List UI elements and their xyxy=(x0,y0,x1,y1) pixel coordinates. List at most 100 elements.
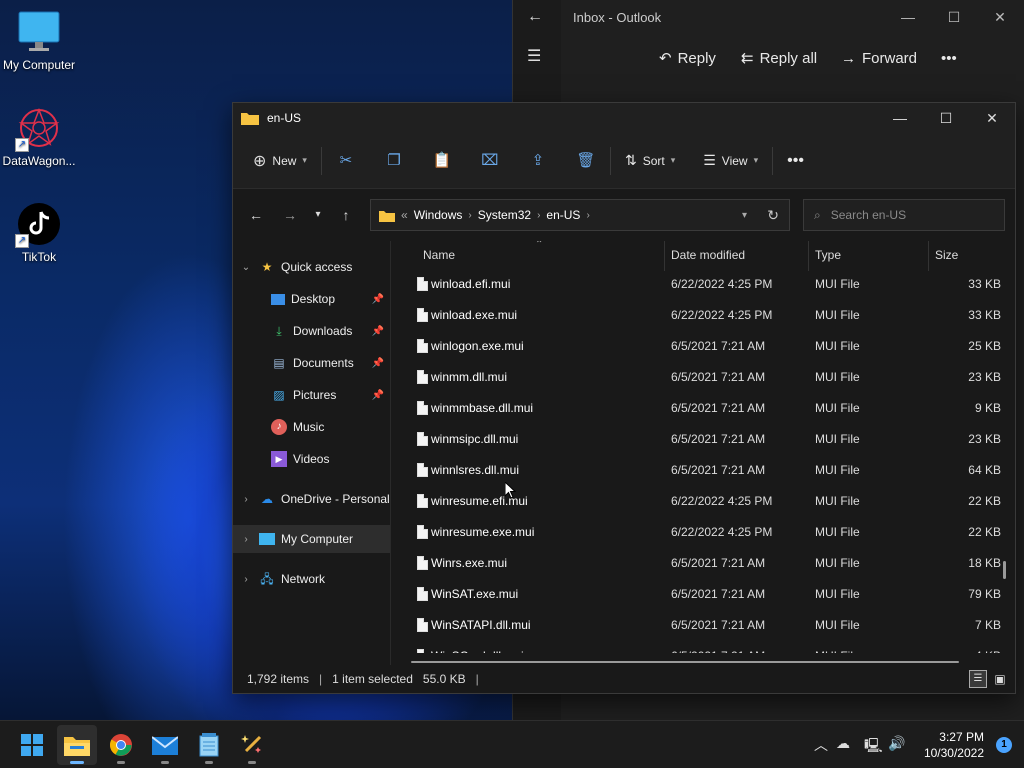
desktop-icon-datawagon[interactable]: ↗ DataWagon... xyxy=(0,106,78,168)
copy-icon[interactable]: ❐ xyxy=(378,145,410,177)
taskbar-notepad[interactable] xyxy=(189,725,229,765)
system-clock[interactable]: 3:27 PM 10/30/2022 xyxy=(924,729,984,761)
mail-icon xyxy=(151,736,179,755)
table-row[interactable]: winload.exe.mui 6/22/2022 4:25 PM MUI File… xyxy=(393,300,1005,331)
cut-icon[interactable]: ✂ xyxy=(330,145,362,177)
paste-icon[interactable]: 📋 xyxy=(426,145,458,177)
sidebar-item-onedrive[interactable]: › ☁ OneDrive - Personal xyxy=(233,485,390,513)
sidebar-item-desktop[interactable]: Desktop 📌 xyxy=(233,285,390,313)
table-row[interactable]: WinSCard.dll.mui 6/5/2021 7:21 AM MUI File… xyxy=(393,641,1005,653)
sidebar-item-network[interactable]: › 🖧 Network xyxy=(233,565,390,593)
table-row[interactable]: winlogon.exe.mui 6/5/2021 7:21 AM MUI File… xyxy=(393,331,1005,362)
show-hidden-icons-chevron-icon[interactable]: ︿ xyxy=(814,735,828,755)
sidebar-item-quick-access[interactable]: ⌄ ★ Quick access xyxy=(233,253,390,281)
recent-locations-chevron-icon[interactable]: ▾ xyxy=(305,200,331,230)
taskbar-mail[interactable] xyxy=(145,725,185,765)
file-icon xyxy=(417,308,428,322)
table-row[interactable]: winmm.dll.mui 6/5/2021 7:21 AM MUI File 23 … xyxy=(393,362,1005,393)
pin-icon[interactable]: 📌 xyxy=(372,358,384,369)
breadcrumb-overflow[interactable]: « xyxy=(401,208,408,222)
horizontal-scrollbar-thumb[interactable] xyxy=(411,661,959,663)
chevron-right-icon[interactable]: › xyxy=(239,494,253,505)
column-header-name[interactable]: Name xyxy=(417,241,665,271)
column-header-type[interactable]: Type xyxy=(809,241,929,271)
pin-icon[interactable]: 📌 xyxy=(372,390,384,401)
notification-badge[interactable]: 1 xyxy=(996,737,1012,753)
table-row[interactable]: Winrs.exe.mui 6/5/2021 7:21 AM MUI File 18 … xyxy=(393,548,1005,579)
taskbar-chrome[interactable] xyxy=(101,725,141,765)
pin-icon[interactable]: 📌 xyxy=(372,326,384,337)
large-icons-view-icon[interactable]: ▣ xyxy=(991,670,1009,688)
table-row[interactable]: winmmbase.dll.mui 6/5/2021 7:21 AM MUI Fil… xyxy=(393,393,1005,424)
address-history-chevron-icon[interactable]: ▾ xyxy=(742,210,747,221)
refresh-icon[interactable]: ↻ xyxy=(767,207,779,224)
column-header-size[interactable]: Size xyxy=(929,241,1005,271)
file-name: WinSATAPI.dll.mui xyxy=(431,618,531,632)
outlook-maximize-button[interactable]: ☐ xyxy=(939,6,969,28)
chevron-right-icon[interactable]: › xyxy=(239,534,253,545)
breadcrumb-separator-icon[interactable]: › xyxy=(537,210,540,221)
file-size: 64 KB xyxy=(968,463,1001,477)
sidebar-item-videos[interactable]: ▶ Videos xyxy=(233,445,390,473)
table-row[interactable]: winmsipc.dll.mui 6/5/2021 7:21 AM MUI File… xyxy=(393,424,1005,455)
sidebar-item-downloads[interactable]: ⤓ Downloads 📌 xyxy=(233,317,390,345)
address-bar[interactable]: « Windows › System32 › en-US › ▾ ↻ xyxy=(370,199,790,231)
sort-button[interactable]: ⇅ Sort ▾ xyxy=(619,145,681,177)
more-options-icon[interactable]: ••• xyxy=(781,145,810,177)
breadcrumb-separator-icon[interactable]: › xyxy=(586,210,589,221)
table-row[interactable]: WinSATAPI.dll.mui 6/5/2021 7:21 AM MUI Fil… xyxy=(393,610,1005,641)
reply-button[interactable]: ↶ Reply xyxy=(659,46,716,70)
forward-arrow-icon[interactable]: → xyxy=(275,200,305,230)
search-box[interactable]: ⌕ xyxy=(803,199,1005,231)
start-button[interactable] xyxy=(12,725,52,765)
sidebar-item-documents[interactable]: ▤ Documents 📌 xyxy=(233,349,390,377)
more-actions-icon[interactable]: ••• xyxy=(941,46,957,70)
table-row[interactable]: winresume.efi.mui 6/22/2022 4:25 PM MUI Fi… xyxy=(393,486,1005,517)
onedrive-cloud-icon[interactable]: ☁ xyxy=(836,735,850,752)
chevron-down-icon[interactable]: ⌄ xyxy=(239,262,253,273)
table-row[interactable]: winresume.exe.mui 6/22/2022 4:25 PM MUI Fi… xyxy=(393,517,1005,548)
file-type: MUI File xyxy=(815,463,860,477)
hamburger-menu-icon[interactable]: ☰ xyxy=(527,46,541,66)
outlook-close-button[interactable]: ✕ xyxy=(985,6,1015,28)
back-arrow-icon[interactable]: ← xyxy=(527,8,543,26)
details-view-icon[interactable]: ☰ xyxy=(969,670,987,688)
notepad-icon xyxy=(199,733,219,757)
new-button[interactable]: ⊕ New ▾ xyxy=(247,145,313,177)
desktop-icon-tiktok[interactable]: ↗ TikTok xyxy=(0,202,78,264)
share-icon[interactable]: ⇪ xyxy=(522,145,554,177)
vertical-scrollbar-thumb[interactable] xyxy=(1003,561,1006,579)
desktop-icon-my-computer[interactable]: My Computer xyxy=(0,10,78,72)
reply-all-button[interactable]: ⇇ Reply all xyxy=(741,46,817,70)
volume-icon[interactable]: 🔊 xyxy=(888,735,905,752)
column-header-date[interactable]: Date modified xyxy=(665,241,809,271)
breadcrumb-en-us[interactable]: en-US xyxy=(546,208,580,222)
taskbar-file-explorer[interactable] xyxy=(57,725,97,765)
sidebar-item-music[interactable]: ♪ Music xyxy=(233,413,390,441)
maximize-button[interactable]: ☐ xyxy=(923,103,969,133)
sidebar-item-my-computer[interactable]: › My Computer xyxy=(233,525,390,553)
pin-icon[interactable]: 📌 xyxy=(372,294,384,305)
taskbar-magic-wand-app[interactable] xyxy=(232,725,272,765)
outlook-minimize-button[interactable]: — xyxy=(893,6,923,28)
minimize-button[interactable]: — xyxy=(877,103,923,133)
sidebar-item-pictures[interactable]: ▨ Pictures 📌 xyxy=(233,381,390,409)
table-row[interactable]: winload.efi.mui 6/22/2022 4:25 PM MUI File… xyxy=(393,269,1005,300)
breadcrumb-system32[interactable]: System32 xyxy=(478,208,531,222)
table-row[interactable]: winnlsres.dll.mui 6/5/2021 7:21 AM MUI Fil… xyxy=(393,455,1005,486)
close-button[interactable]: ✕ xyxy=(969,103,1015,133)
table-row[interactable]: WinSAT.exe.mui 6/5/2021 7:21 AM MUI File 79… xyxy=(393,579,1005,610)
chevron-right-icon[interactable]: › xyxy=(239,574,253,585)
search-input[interactable] xyxy=(830,208,981,222)
up-arrow-icon[interactable]: ↑ xyxy=(331,200,361,230)
breadcrumb-windows[interactable]: Windows xyxy=(414,208,463,222)
back-arrow-icon[interactable]: ← xyxy=(241,200,271,230)
forward-button[interactable]: → Forward xyxy=(841,46,917,70)
view-button[interactable]: ☰ View ▾ xyxy=(697,145,764,177)
file-date-modified: 6/22/2022 4:25 PM xyxy=(671,308,773,322)
outlook-title: Inbox - Outlook xyxy=(573,10,662,25)
delete-icon[interactable]: 🗑 xyxy=(570,145,602,177)
rename-icon[interactable]: ⌧ xyxy=(474,145,506,177)
breadcrumb-separator-icon[interactable]: › xyxy=(468,210,471,221)
network-status-icon[interactable]: 🖳 xyxy=(864,735,883,759)
